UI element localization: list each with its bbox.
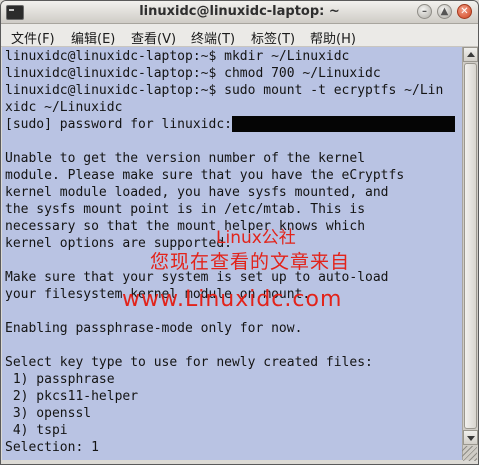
menu-view[interactable]: 查看(V) [131, 28, 176, 47]
close-button[interactable]: ✕ [457, 4, 472, 19]
menu-bar: 文件(F) 编辑(E) 查看(V) 终端(T) 标签(T) 帮助(H) [1, 24, 478, 47]
menu-terminal[interactable]: 终端(T) [191, 28, 235, 47]
terminal-line: Select key type to use for newly created… [5, 355, 373, 370]
menu-help[interactable]: 帮助(H) [310, 28, 356, 47]
terminal-line: 4) tspi [5, 423, 68, 438]
resize-grip-icon[interactable] [462, 446, 477, 461]
watermark-site-name: Linux公社 [216, 228, 296, 248]
sudo-password-prompt: [sudo] password for linuxidc: [5, 117, 232, 132]
maximize-button[interactable]: ▲ [437, 4, 452, 19]
terminal-line: module. Please make sure that you have t… [5, 168, 405, 183]
terminal-line: Selection: 1 [5, 440, 99, 455]
scrollbar-thumb[interactable] [464, 63, 477, 429]
terminal-line: Unable to get the version number of the … [5, 151, 366, 166]
menu-edit[interactable]: 编辑(E) [71, 28, 115, 47]
watermark-url: www.Linuxidc.com [122, 287, 343, 312]
terminal-window: linuxidc@linuxidc-laptop: ~ – ▲ ✕ 文件(F) … [0, 0, 479, 465]
terminal-line: kernel options are supported. [5, 236, 232, 251]
menu-tabs[interactable]: 标签(T) [251, 28, 295, 47]
vertical-scrollbar[interactable] [462, 47, 478, 460]
menu-file[interactable]: 文件(F) [11, 28, 55, 47]
terminal-line: linuxidc@linuxidc-laptop:~$ mkdir ~/Linu… [5, 49, 350, 64]
terminal-line: 3) openssl [5, 406, 92, 421]
terminal-line: 1) passphrase [5, 372, 115, 387]
watermark-source-text: 您现在查看的文章来自 [150, 251, 351, 273]
terminal-line: kernel module loaded, you have sysfs mou… [5, 185, 389, 200]
password-cursor-block [231, 116, 455, 132]
scroll-up-arrow-icon[interactable] [463, 47, 478, 62]
title-bar[interactable]: linuxidc@linuxidc-laptop: ~ – ▲ ✕ [1, 1, 478, 24]
minimize-button[interactable]: – [417, 4, 432, 19]
terminal-line: xidc ~/Linuxidc [5, 100, 123, 115]
terminal-line: 2) pkcs11-helper [5, 389, 139, 404]
terminal-line: necessary so that the mount helper knows… [5, 219, 366, 234]
terminal-line: linuxidc@linuxidc-laptop:~$ sudo mount -… [5, 83, 444, 98]
terminal-line: the sysfs mount point is in /etc/mtab. T… [5, 202, 366, 217]
terminal-line: Enabling passphrase-mode only for now. [5, 321, 303, 336]
terminal-output[interactable]: linuxidc@linuxidc-laptop:~$ mkdir ~/Linu… [2, 47, 462, 460]
window-title: linuxidc@linuxidc-laptop: ~ [139, 4, 340, 19]
scroll-down-arrow-icon[interactable] [463, 430, 478, 445]
terminal-line: [sudo] password for linuxidc: [5, 116, 455, 133]
terminal-line: linuxidc@linuxidc-laptop:~$ chmod 700 ~/… [5, 66, 381, 81]
